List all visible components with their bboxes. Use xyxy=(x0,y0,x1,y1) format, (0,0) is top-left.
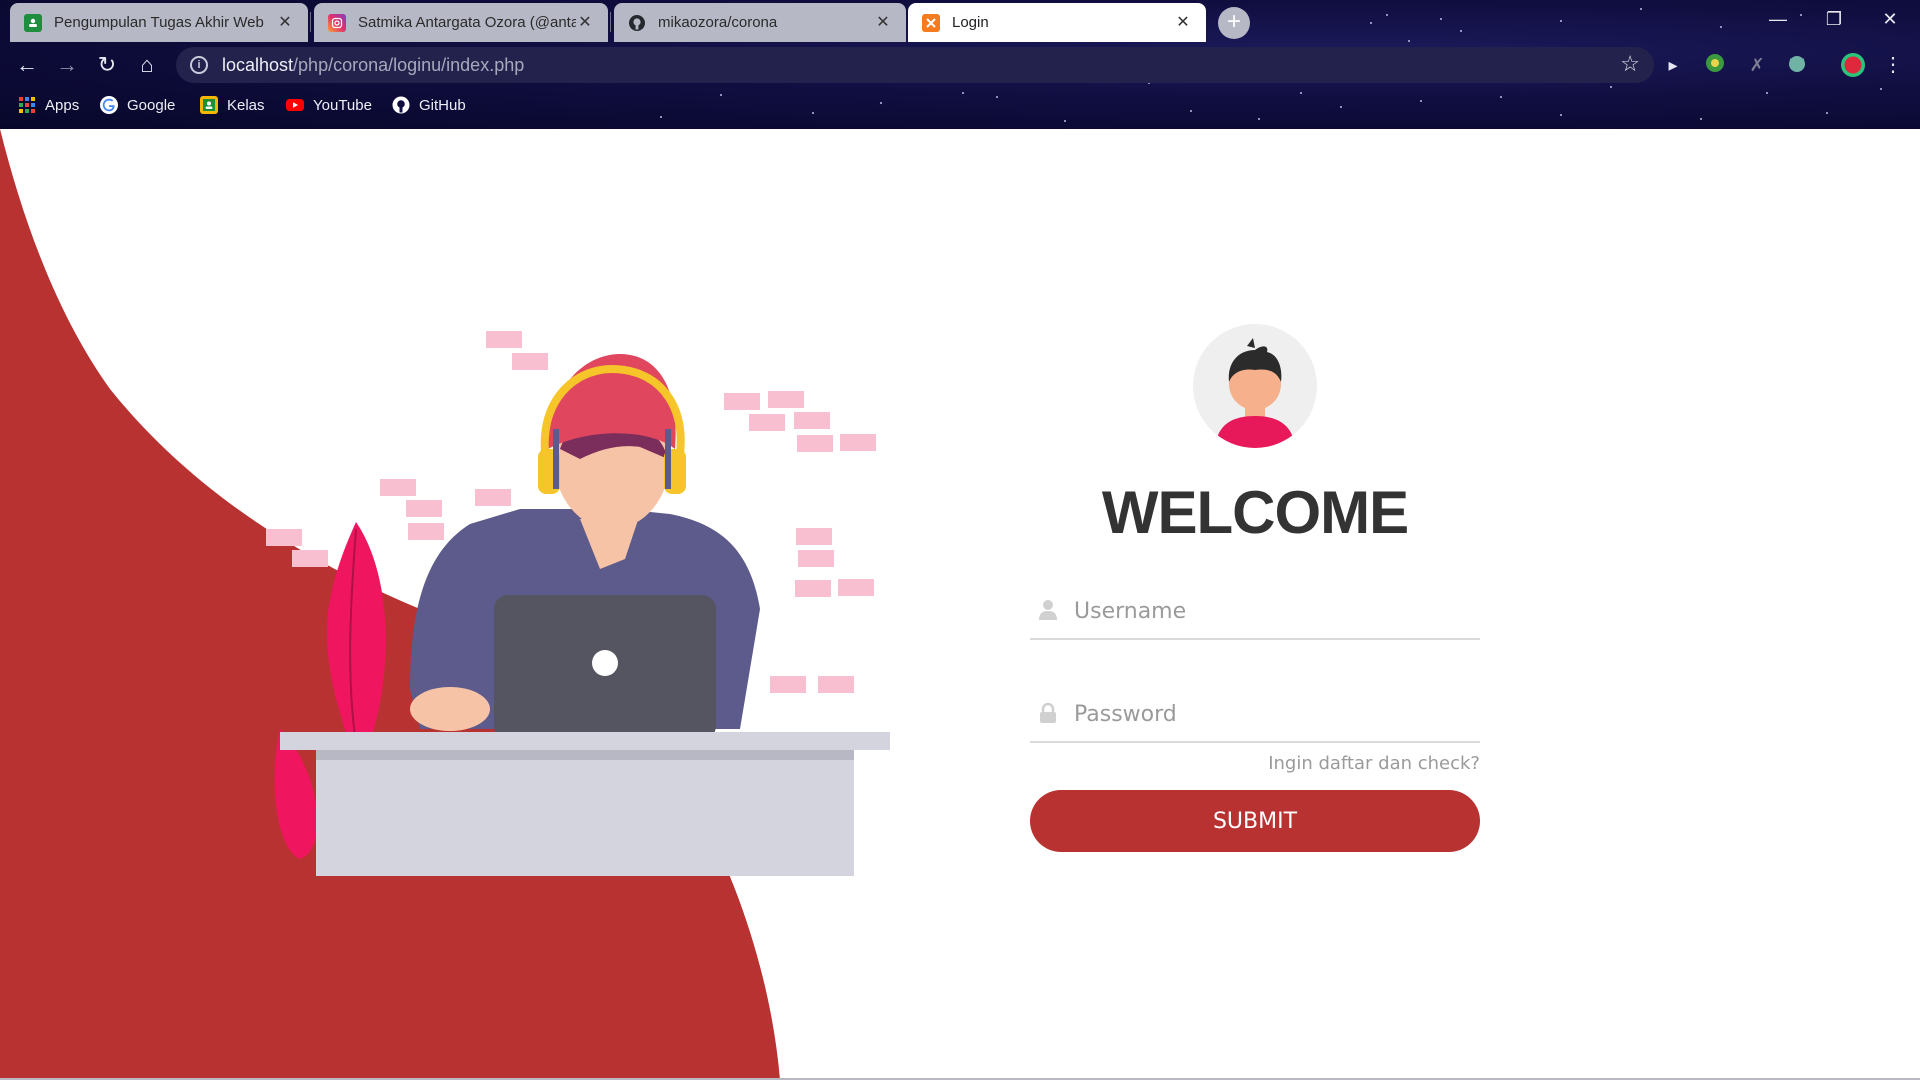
tab-pengumpulan[interactable]: Pengumpulan Tugas Akhir Web ✕ xyxy=(10,3,308,42)
tab-title: Login xyxy=(952,14,989,31)
tab-separator xyxy=(310,12,311,32)
github-icon xyxy=(628,14,646,32)
close-tab-icon[interactable]: ✕ xyxy=(874,14,892,32)
cast-icon[interactable]: ▸ xyxy=(1660,52,1686,78)
bookmark-google[interactable]: Google xyxy=(100,93,175,117)
bookmark-label: Google xyxy=(127,96,176,114)
bookmark-label: Kelas xyxy=(227,96,265,114)
google-classroom-icon xyxy=(24,13,42,32)
new-tab-button[interactable]: + xyxy=(1218,7,1250,39)
register-link[interactable]: Ingin daftar dan check? xyxy=(1030,753,1480,774)
google-icon xyxy=(100,96,118,114)
url-path: /php/corona/loginu/index.php xyxy=(293,54,525,75)
menu-kebab-icon[interactable]: ⋮ xyxy=(1880,52,1906,78)
username-field xyxy=(1030,585,1480,640)
close-tab-icon[interactable]: ✕ xyxy=(576,14,594,32)
extension-x-icon[interactable]: ✗ xyxy=(1744,52,1770,78)
home-icon[interactable]: ⌂ xyxy=(132,50,162,80)
bookmark-kelas[interactable]: Kelas xyxy=(200,93,265,117)
developer-illustration xyxy=(266,331,890,876)
welcome-heading: WELCOME xyxy=(1101,479,1409,546)
tab-login[interactable]: Login ✕ xyxy=(908,3,1206,42)
username-input[interactable] xyxy=(1074,591,1464,631)
lock-icon xyxy=(1038,702,1058,724)
github-icon xyxy=(392,96,410,114)
forward-arrow-icon[interactable]: → xyxy=(52,50,82,80)
close-tab-icon[interactable]: ✕ xyxy=(276,14,294,32)
login-page: WELCOME Ingin daftar dan check? SUBMIT xyxy=(0,129,1920,1080)
bookmark-label: GitHub xyxy=(419,96,466,114)
login-form: WELCOME Ingin daftar dan check? SUBMIT xyxy=(1030,324,1480,852)
xampp-icon xyxy=(922,13,940,32)
tab-title: Satmika Antargata Ozora (@anta xyxy=(358,14,576,31)
password-input[interactable] xyxy=(1074,694,1464,734)
profile-avatar-icon[interactable] xyxy=(1840,52,1866,78)
apps-grid-icon xyxy=(18,96,36,114)
bookmark-github[interactable]: GitHub xyxy=(392,93,466,117)
google-classroom-icon xyxy=(200,96,218,114)
tab-strip: Pengumpulan Tugas Akhir Web ✕ Satmika An… xyxy=(0,0,1920,42)
bookmark-label: YouTube xyxy=(313,96,372,114)
address-bar[interactable]: i localhost/php/corona/loginu/index.php … xyxy=(176,47,1654,83)
restore-icon[interactable]: ❐ xyxy=(1806,0,1862,38)
youtube-icon xyxy=(286,96,304,114)
password-field xyxy=(1030,688,1480,743)
bookmark-youtube[interactable]: YouTube xyxy=(286,93,372,117)
tab-github[interactable]: mikaozora/corona ✕ xyxy=(614,3,906,42)
site-info-icon[interactable]: i xyxy=(190,56,208,74)
reload-icon[interactable]: ↻ xyxy=(92,50,122,80)
tab-instagram[interactable]: Satmika Antargata Ozora (@anta ✕ xyxy=(314,3,608,42)
bookmarks-bar: Apps Google Kelas YouTube GitHub xyxy=(0,88,1920,122)
user-avatar-icon xyxy=(1193,324,1317,448)
submit-button[interactable]: SUBMIT xyxy=(1030,790,1480,852)
minimize-icon[interactable]: — xyxy=(1750,0,1806,38)
extension-tampermonkey-icon[interactable] xyxy=(1702,52,1728,78)
browser-toolbar: ← → ↻ ⌂ i localhost/php/corona/loginu/in… xyxy=(0,42,1920,88)
instagram-icon xyxy=(328,13,346,32)
tab-separator xyxy=(610,12,611,32)
url-host: localhost xyxy=(222,54,294,75)
extension-cat-icon[interactable] xyxy=(1784,52,1810,78)
close-tab-icon[interactable]: ✕ xyxy=(1174,14,1192,32)
bookmark-label: Apps xyxy=(45,96,80,114)
bookmark-apps[interactable]: Apps xyxy=(18,93,79,117)
tab-title: mikaozora/corona xyxy=(658,14,778,31)
user-icon xyxy=(1038,599,1058,621)
close-window-icon[interactable]: ✕ xyxy=(1862,0,1918,38)
tab-title: Pengumpulan Tugas Akhir Web xyxy=(54,14,264,31)
bookmark-star-icon[interactable]: ☆ xyxy=(1620,51,1640,77)
address-url: localhost/php/corona/loginu/index.php xyxy=(222,55,524,76)
back-arrow-icon[interactable]: ← xyxy=(12,50,42,80)
browser-chrome: Pengumpulan Tugas Akhir Web ✕ Satmika An… xyxy=(0,0,1920,129)
